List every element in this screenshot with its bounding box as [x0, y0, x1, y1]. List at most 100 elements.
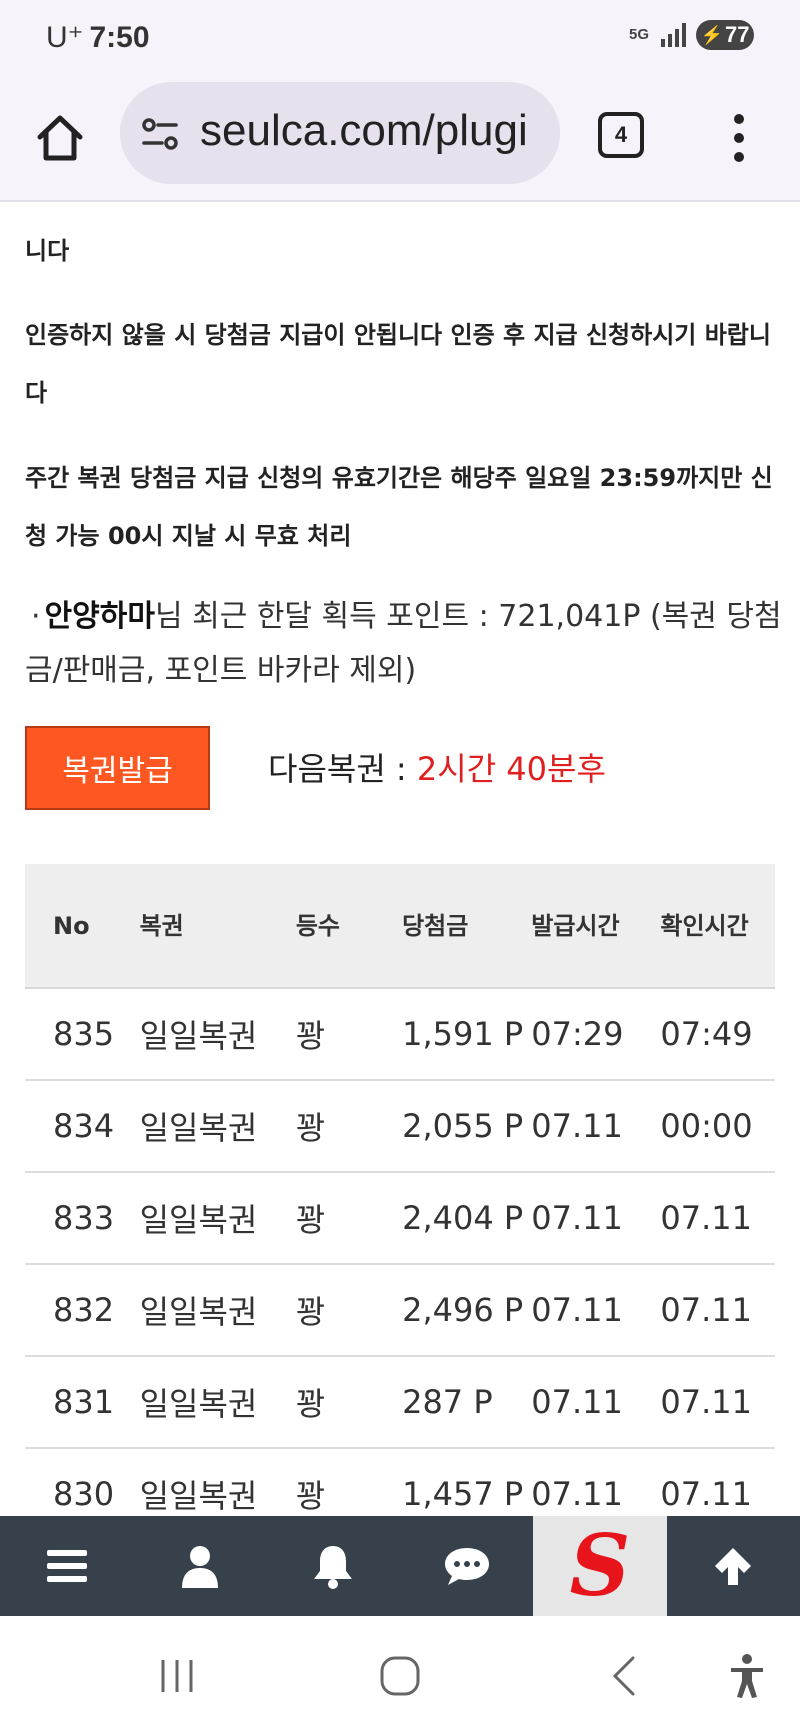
bell-icon: [314, 1546, 353, 1589]
cell-prize: 1,457 P: [402, 1448, 532, 1516]
bullet: ·: [31, 599, 41, 634]
network-type-icon: 5G: [628, 26, 649, 43]
table-row: 831 일일복권 꽝 287 P 07.11 07.11: [25, 1356, 775, 1449]
header-issued-time: 발급시간: [531, 864, 661, 989]
cell-checked: 07.11: [660, 1448, 775, 1516]
battery-level: 77: [724, 22, 750, 47]
url-text: seulca.com/plugi: [200, 106, 528, 155]
site-logo: S: [569, 1516, 631, 1615]
chat-icon: [444, 1548, 489, 1585]
cell-checked: 07:49: [660, 988, 775, 1081]
cell-lottery: 일일복권: [139, 1264, 296, 1357]
cell-no: 833: [25, 1172, 140, 1265]
header-rank: 등수: [295, 864, 403, 989]
recent-apps-icon: [161, 1660, 193, 1692]
cell-lottery: 일일복권: [139, 1448, 296, 1516]
cell-issued: 07:29: [531, 988, 661, 1081]
address-bar[interactable]: seulca.com/plugi: [120, 82, 560, 184]
status-right: 5G ⚡ 77: [627, 20, 754, 50]
accessibility-icon: [731, 1654, 763, 1698]
cell-lottery: 일일복권: [139, 1356, 296, 1449]
back-icon: [612, 1656, 635, 1696]
cell-no: 835: [25, 988, 140, 1081]
header-prize: 당첨금: [402, 864, 532, 989]
system-home-button[interactable]: [373, 1646, 427, 1706]
cell-issued: 07.11: [531, 1448, 661, 1516]
header-no: No: [25, 864, 140, 989]
menu-button[interactable]: [0, 1516, 133, 1616]
site-settings-icon[interactable]: [140, 114, 180, 154]
cell-rank: 꽝: [295, 988, 403, 1081]
cell-rank: 꽝: [295, 1356, 403, 1449]
table-row: 834 일일복권 꽝 2,055 P 07.11 00:00: [25, 1080, 775, 1173]
system-back-button[interactable]: [604, 1646, 644, 1706]
arrow-up-icon: [715, 1548, 752, 1585]
notice-line-1: 니다: [25, 237, 70, 265]
cell-rank: 꽝: [295, 1172, 403, 1265]
scroll-top-button[interactable]: [667, 1516, 800, 1616]
cell-lottery: 일일복권: [139, 988, 296, 1081]
profile-button[interactable]: [133, 1516, 266, 1616]
table-header-row: No 복권 등수 당첨금 발급시간 확인시간: [25, 864, 775, 989]
browser-toolbar: seulca.com/plugi 4: [0, 72, 800, 202]
cell-prize: 2,496 P: [402, 1264, 532, 1357]
cell-lottery: 일일복권: [139, 1080, 296, 1173]
header-checked-time: 확인시간: [660, 864, 775, 989]
table-row: 830 일일복권 꽝 1,457 P 07.11 07.11: [25, 1448, 775, 1516]
accessibility-button[interactable]: [722, 1646, 772, 1706]
cell-checked: 07.11: [660, 1356, 775, 1449]
notice-weekly-deadline: 주간 복권 당첨금 지급 신청의 유효기간은 해당주 일요일 23:59까지만 …: [25, 464, 773, 550]
user-icon: [181, 1546, 218, 1588]
next-lottery-timer: 다음복권 : 2시간 40분후: [268, 744, 606, 790]
cell-no: 830: [25, 1448, 140, 1516]
cell-rank: 꽝: [295, 1080, 403, 1173]
home-circle-icon: [380, 1656, 420, 1696]
table-row: 833 일일복권 꽝 2,404 P 07.11 07.11: [25, 1172, 775, 1265]
tabs-button[interactable]: 4: [598, 112, 644, 158]
site-logo-button[interactable]: S: [533, 1516, 667, 1616]
battery-icon: ⚡ 77: [696, 20, 754, 50]
cell-issued: 07.11: [531, 1356, 661, 1449]
home-button[interactable]: [30, 108, 90, 168]
tab-count: 4: [614, 122, 628, 147]
cell-checked: 07.11: [660, 1264, 775, 1357]
page-content: 니다 인증하지 않을 시 당첨금 지급이 안됩니다 인증 후 지급 신청하시기 …: [0, 204, 800, 1516]
status-left: U⁺ 7:50: [46, 20, 150, 55]
table-row: 835 일일복권 꽝 1,591 P 07:29 07:49: [25, 988, 775, 1081]
lottery-history-table: No 복권 등수 당첨금 발급시간 확인시간 835 일일복권 꽝 1,591 …: [25, 864, 775, 1516]
carrier-label: U⁺: [46, 21, 84, 54]
issue-lottery-button[interactable]: 복권발급: [25, 726, 210, 810]
cell-no: 831: [25, 1356, 140, 1449]
signal-icon: [661, 23, 686, 47]
status-bar: U⁺ 7:50 5G ⚡ 77: [0, 0, 800, 72]
cell-issued: 07.11: [531, 1080, 661, 1173]
notice-verification: 인증하지 않을 시 당첨금 지급이 안됩니다 인증 후 지급 신청하시기 바랍니…: [25, 321, 771, 407]
menu-icon: [46, 1550, 87, 1582]
cell-issued: 07.11: [531, 1172, 661, 1265]
next-lottery-label: 다음복권 :: [268, 750, 417, 788]
recent-apps-button[interactable]: [152, 1646, 202, 1706]
cell-issued: 07.11: [531, 1264, 661, 1357]
home-icon: [37, 115, 83, 161]
cell-checked: 00:00: [660, 1080, 775, 1173]
cell-checked: 07.11: [660, 1172, 775, 1265]
username: 안양하마: [44, 599, 155, 634]
site-bottom-nav: S: [0, 1516, 800, 1616]
cell-prize: 1,591 P: [402, 988, 532, 1081]
notifications-button[interactable]: [267, 1516, 400, 1616]
charging-bolt-icon: ⚡: [700, 24, 723, 45]
cell-no: 832: [25, 1264, 140, 1357]
cell-rank: 꽝: [295, 1264, 403, 1357]
chat-button[interactable]: [400, 1516, 533, 1616]
system-navigation-bar: [0, 1616, 800, 1734]
cell-prize: 287 P: [402, 1356, 532, 1449]
cell-rank: 꽝: [295, 1448, 403, 1516]
cell-no: 834: [25, 1080, 140, 1173]
cell-prize: 2,404 P: [402, 1172, 532, 1265]
monthly-points-summary: · 안양하마님 최근 한달 획득 포인트 : 721,041P (복권 당첨금/판…: [25, 590, 785, 698]
table-row: 832 일일복권 꽝 2,496 P 07.11 07.11: [25, 1264, 775, 1357]
cell-prize: 2,055 P: [402, 1080, 532, 1173]
header-lottery: 복권: [139, 864, 296, 989]
more-vert-icon[interactable]: [724, 108, 754, 168]
clock: 7:50: [89, 21, 150, 54]
